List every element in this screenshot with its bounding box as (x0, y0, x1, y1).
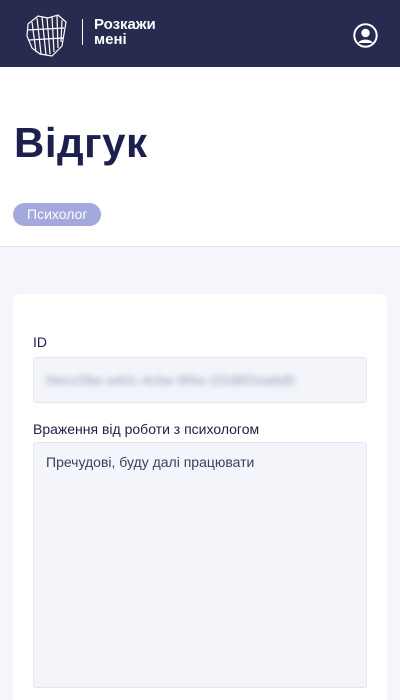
page-title: Відгук (14, 119, 148, 166)
logo-text[interactable]: Розкажи мені (94, 17, 156, 47)
user-circle-icon[interactable] (353, 23, 378, 48)
app-header: Розкажи мені (0, 0, 400, 67)
brain-icon[interactable] (24, 12, 68, 58)
id-label: ID (33, 334, 47, 350)
role-badge: Психолог (13, 203, 102, 226)
feedback-textarea[interactable]: Пречудові, буду далі працювати (33, 442, 367, 688)
logo-divider (82, 19, 83, 45)
logo-line-1: Розкажи (94, 16, 156, 33)
id-value: f4ecc5be-a40c-4cbe-9f4a-1f2d8f2ea8d5 (46, 372, 296, 388)
id-field[interactable]: f4ecc5be-a40c-4cbe-9f4a-1f2d8f2ea8d5 (33, 357, 367, 403)
logo-line-2: мені (94, 31, 127, 48)
feedback-card: ID f4ecc5be-a40c-4cbe-9f4a-1f2d8f2ea8d5 … (13, 294, 387, 700)
feedback-label: Враження від роботи з психологом (33, 421, 260, 437)
title-section: Відгук Психолог (0, 67, 400, 247)
